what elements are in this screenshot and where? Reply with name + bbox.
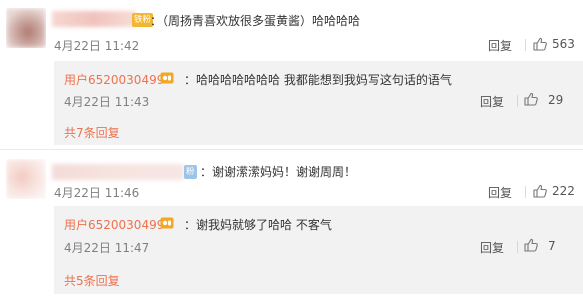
reply-button[interactable]: 回复	[488, 184, 512, 201]
avatar[interactable]	[6, 8, 46, 48]
replies-panel: 用户6520030499 ：哈哈哈哈哈哈哈 我都能想到我妈写这句话的语气 4月2…	[54, 61, 583, 145]
comment-separator	[0, 149, 583, 150]
reply-button[interactable]: 回复	[480, 93, 504, 110]
reply-time: 4月22日 11:47	[64, 241, 150, 255]
reply-like-count: 7	[548, 239, 556, 253]
avatar[interactable]	[6, 159, 46, 199]
username-blurred[interactable]	[52, 11, 136, 27]
reply-button[interactable]: 回复	[488, 37, 512, 54]
comment-text: ：谢谢潆潆妈妈！谢谢周周！	[200, 165, 357, 179]
reply-like-count: 29	[548, 93, 564, 107]
divider	[517, 95, 518, 107]
replies-panel: 用户6520030499 ：谢我妈就够了哈哈 不客气 4月22日 11:47 回…	[54, 206, 583, 294]
thumbs-up-icon[interactable]	[532, 36, 548, 52]
comment-time: 4月22日 11:46	[54, 186, 140, 200]
thumbs-up-icon[interactable]	[532, 183, 548, 199]
comment-time: 4月22日 11:42	[54, 39, 140, 53]
reply-text: ：哈哈哈哈哈哈哈 我都能想到我妈写这句话的语气	[184, 73, 452, 87]
like-count: 563	[552, 37, 575, 51]
reply-button[interactable]: 回复	[480, 239, 504, 256]
reply-username[interactable]: 用户6520030499	[64, 216, 164, 233]
divider	[517, 241, 518, 253]
fan-badge-icon	[160, 72, 174, 84]
reply-text: ：谢我妈就够了哈哈 不客气	[184, 218, 332, 232]
more-replies-link[interactable]: 共5条回复	[64, 272, 120, 289]
divider	[525, 39, 526, 51]
username-blurred[interactable]	[52, 164, 184, 180]
divider	[525, 186, 526, 198]
reply-username[interactable]: 用户6520030499	[64, 71, 164, 88]
thumbs-up-icon[interactable]	[523, 91, 539, 107]
comment-text: ：（周扬青喜欢放很多蛋黄酱）哈哈哈哈	[150, 14, 361, 28]
reply-time: 4月22日 11:43	[64, 95, 150, 109]
more-replies-link[interactable]: 共7条回复	[64, 124, 120, 141]
fan-badge: 粉	[184, 165, 197, 179]
thumbs-up-icon[interactable]	[523, 237, 539, 253]
like-count: 222	[552, 184, 575, 198]
fan-badge-icon	[160, 217, 174, 229]
